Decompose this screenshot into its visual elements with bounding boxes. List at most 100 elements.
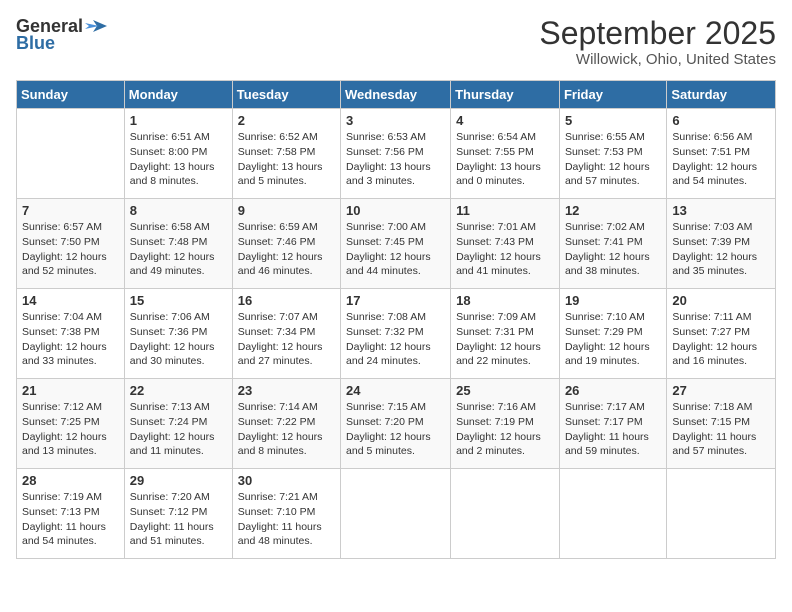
logo-blue: Blue (16, 33, 55, 54)
calendar-cell: 2 Sunrise: 6:52 AMSunset: 7:58 PMDayligh… (232, 109, 340, 199)
header-day-thursday: Thursday (451, 81, 560, 109)
calendar-cell (17, 109, 125, 199)
calendar-cell: 29 Sunrise: 7:20 AMSunset: 7:12 PMDaylig… (124, 469, 232, 559)
page-header: General Blue September 2025 Willowick, O… (16, 16, 776, 68)
day-info: Sunrise: 6:51 AMSunset: 8:00 PMDaylight:… (130, 130, 227, 189)
week-row-5: 28 Sunrise: 7:19 AMSunset: 7:13 PMDaylig… (17, 469, 776, 559)
calendar-cell: 18 Sunrise: 7:09 AMSunset: 7:31 PMDaylig… (451, 289, 560, 379)
calendar-cell: 25 Sunrise: 7:16 AMSunset: 7:19 PMDaylig… (451, 379, 560, 469)
week-row-1: 1 Sunrise: 6:51 AMSunset: 8:00 PMDayligh… (17, 109, 776, 199)
day-info: Sunrise: 7:21 AMSunset: 7:10 PMDaylight:… (238, 490, 335, 549)
day-number: 5 (565, 113, 661, 128)
calendar-cell: 16 Sunrise: 7:07 AMSunset: 7:34 PMDaylig… (232, 289, 340, 379)
calendar-cell: 14 Sunrise: 7:04 AMSunset: 7:38 PMDaylig… (17, 289, 125, 379)
calendar-cell: 20 Sunrise: 7:11 AMSunset: 7:27 PMDaylig… (667, 289, 776, 379)
day-number: 22 (130, 383, 227, 398)
calendar-cell: 6 Sunrise: 6:56 AMSunset: 7:51 PMDayligh… (667, 109, 776, 199)
calendar-cell: 15 Sunrise: 7:06 AMSunset: 7:36 PMDaylig… (124, 289, 232, 379)
calendar-cell: 21 Sunrise: 7:12 AMSunset: 7:25 PMDaylig… (17, 379, 125, 469)
calendar-cell: 4 Sunrise: 6:54 AMSunset: 7:55 PMDayligh… (451, 109, 560, 199)
day-info: Sunrise: 7:20 AMSunset: 7:12 PMDaylight:… (130, 490, 227, 549)
day-number: 21 (22, 383, 119, 398)
calendar-cell: 8 Sunrise: 6:58 AMSunset: 7:48 PMDayligh… (124, 199, 232, 289)
day-number: 17 (346, 293, 445, 308)
calendar-cell: 27 Sunrise: 7:18 AMSunset: 7:15 PMDaylig… (667, 379, 776, 469)
day-number: 4 (456, 113, 554, 128)
day-info: Sunrise: 7:01 AMSunset: 7:43 PMDaylight:… (456, 220, 554, 279)
month-title: September 2025 (539, 16, 776, 51)
logo-bird-icon (85, 18, 107, 36)
day-info: Sunrise: 7:13 AMSunset: 7:24 PMDaylight:… (130, 400, 227, 459)
header-row: SundayMondayTuesdayWednesdayThursdayFrid… (17, 81, 776, 109)
day-number: 13 (672, 203, 770, 218)
day-number: 11 (456, 203, 554, 218)
day-info: Sunrise: 7:14 AMSunset: 7:22 PMDaylight:… (238, 400, 335, 459)
day-info: Sunrise: 6:58 AMSunset: 7:48 PMDaylight:… (130, 220, 227, 279)
day-number: 6 (672, 113, 770, 128)
day-info: Sunrise: 7:15 AMSunset: 7:20 PMDaylight:… (346, 400, 445, 459)
week-row-3: 14 Sunrise: 7:04 AMSunset: 7:38 PMDaylig… (17, 289, 776, 379)
calendar-cell: 3 Sunrise: 6:53 AMSunset: 7:56 PMDayligh… (341, 109, 451, 199)
calendar-cell: 26 Sunrise: 7:17 AMSunset: 7:17 PMDaylig… (559, 379, 666, 469)
day-info: Sunrise: 7:08 AMSunset: 7:32 PMDaylight:… (346, 310, 445, 369)
day-number: 9 (238, 203, 335, 218)
day-info: Sunrise: 7:09 AMSunset: 7:31 PMDaylight:… (456, 310, 554, 369)
day-info: Sunrise: 7:18 AMSunset: 7:15 PMDaylight:… (672, 400, 770, 459)
day-info: Sunrise: 7:12 AMSunset: 7:25 PMDaylight:… (22, 400, 119, 459)
calendar-cell: 5 Sunrise: 6:55 AMSunset: 7:53 PMDayligh… (559, 109, 666, 199)
day-info: Sunrise: 7:10 AMSunset: 7:29 PMDaylight:… (565, 310, 661, 369)
day-info: Sunrise: 6:59 AMSunset: 7:46 PMDaylight:… (238, 220, 335, 279)
calendar-cell: 9 Sunrise: 6:59 AMSunset: 7:46 PMDayligh… (232, 199, 340, 289)
day-number: 23 (238, 383, 335, 398)
day-info: Sunrise: 7:16 AMSunset: 7:19 PMDaylight:… (456, 400, 554, 459)
logo: General Blue (16, 16, 107, 54)
calendar-cell: 12 Sunrise: 7:02 AMSunset: 7:41 PMDaylig… (559, 199, 666, 289)
day-number: 10 (346, 203, 445, 218)
day-info: Sunrise: 7:03 AMSunset: 7:39 PMDaylight:… (672, 220, 770, 279)
calendar-cell (667, 469, 776, 559)
calendar-cell: 10 Sunrise: 7:00 AMSunset: 7:45 PMDaylig… (341, 199, 451, 289)
header-day-wednesday: Wednesday (341, 81, 451, 109)
day-info: Sunrise: 6:55 AMSunset: 7:53 PMDaylight:… (565, 130, 661, 189)
week-row-2: 7 Sunrise: 6:57 AMSunset: 7:50 PMDayligh… (17, 199, 776, 289)
calendar-table: SundayMondayTuesdayWednesdayThursdayFrid… (16, 80, 776, 559)
day-number: 18 (456, 293, 554, 308)
calendar-cell: 11 Sunrise: 7:01 AMSunset: 7:43 PMDaylig… (451, 199, 560, 289)
day-info: Sunrise: 6:57 AMSunset: 7:50 PMDaylight:… (22, 220, 119, 279)
header-day-tuesday: Tuesday (232, 81, 340, 109)
day-info: Sunrise: 7:11 AMSunset: 7:27 PMDaylight:… (672, 310, 770, 369)
day-number: 14 (22, 293, 119, 308)
day-number: 19 (565, 293, 661, 308)
header-day-saturday: Saturday (667, 81, 776, 109)
day-number: 15 (130, 293, 227, 308)
day-number: 16 (238, 293, 335, 308)
calendar-cell: 30 Sunrise: 7:21 AMSunset: 7:10 PMDaylig… (232, 469, 340, 559)
header-day-sunday: Sunday (17, 81, 125, 109)
day-number: 30 (238, 473, 335, 488)
day-info: Sunrise: 6:56 AMSunset: 7:51 PMDaylight:… (672, 130, 770, 189)
day-info: Sunrise: 7:07 AMSunset: 7:34 PMDaylight:… (238, 310, 335, 369)
calendar-cell (341, 469, 451, 559)
calendar-cell: 24 Sunrise: 7:15 AMSunset: 7:20 PMDaylig… (341, 379, 451, 469)
header-day-monday: Monday (124, 81, 232, 109)
day-info: Sunrise: 7:19 AMSunset: 7:13 PMDaylight:… (22, 490, 119, 549)
location: Willowick, Ohio, United States (539, 51, 776, 68)
day-number: 3 (346, 113, 445, 128)
day-number: 28 (22, 473, 119, 488)
calendar-cell: 22 Sunrise: 7:13 AMSunset: 7:24 PMDaylig… (124, 379, 232, 469)
title-block: September 2025 Willowick, Ohio, United S… (539, 16, 776, 68)
day-info: Sunrise: 7:02 AMSunset: 7:41 PMDaylight:… (565, 220, 661, 279)
week-row-4: 21 Sunrise: 7:12 AMSunset: 7:25 PMDaylig… (17, 379, 776, 469)
day-number: 20 (672, 293, 770, 308)
day-info: Sunrise: 7:17 AMSunset: 7:17 PMDaylight:… (565, 400, 661, 459)
calendar-cell: 7 Sunrise: 6:57 AMSunset: 7:50 PMDayligh… (17, 199, 125, 289)
day-number: 1 (130, 113, 227, 128)
day-info: Sunrise: 7:06 AMSunset: 7:36 PMDaylight:… (130, 310, 227, 369)
day-info: Sunrise: 6:52 AMSunset: 7:58 PMDaylight:… (238, 130, 335, 189)
day-number: 7 (22, 203, 119, 218)
day-info: Sunrise: 6:54 AMSunset: 7:55 PMDaylight:… (456, 130, 554, 189)
calendar-cell: 23 Sunrise: 7:14 AMSunset: 7:22 PMDaylig… (232, 379, 340, 469)
calendar-cell: 1 Sunrise: 6:51 AMSunset: 8:00 PMDayligh… (124, 109, 232, 199)
day-number: 2 (238, 113, 335, 128)
day-number: 29 (130, 473, 227, 488)
